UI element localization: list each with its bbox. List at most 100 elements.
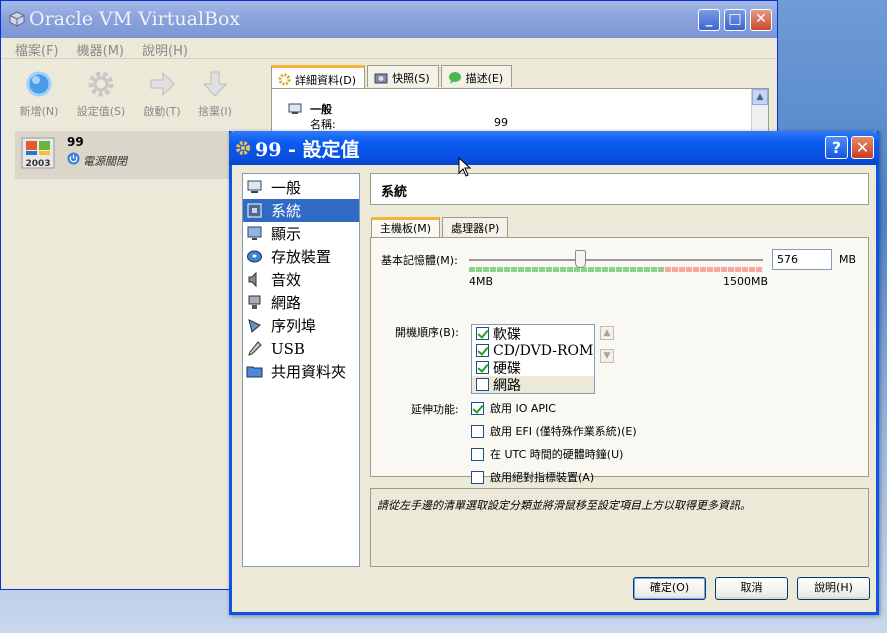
boot-item[interactable]: 硬碟 — [472, 359, 594, 377]
memory-min-label: 4MB — [469, 275, 494, 288]
details-pane: 一般 名稱: 99 ▲ — [271, 88, 769, 134]
category-general[interactable]: 一般 — [243, 176, 359, 199]
new-vm-label: 新增(N) — [19, 105, 59, 118]
category-shared-folders[interactable]: 共用資料夾 — [243, 360, 359, 383]
memory-slider-track[interactable] — [469, 259, 763, 261]
boot-item[interactable]: CD/DVD-ROM — [472, 342, 594, 359]
settings-dialog: 99 - 設定值 ? ✕ 一般 系統 顯示 存放裝置 音效 網路 序列埠 USB… — [229, 131, 879, 615]
memory-input[interactable] — [772, 249, 832, 270]
main-toolbar: 新增(N) 設定值(S) 啟動(T) 捨棄(I) — [1, 61, 266, 126]
dialog-title-bar[interactable]: 99 - 設定值 ? ✕ — [229, 131, 879, 165]
absolute-pointer-option[interactable]: 啟用絕對指標裝置(A) — [471, 469, 594, 485]
os-badge-text: 2003 — [25, 159, 50, 169]
start-arrow-icon — [150, 71, 175, 97]
close-dialog-button[interactable]: ✕ — [851, 136, 874, 159]
tab-details-label: 詳細資料(D) — [295, 73, 357, 87]
utc-clock-option[interactable]: 在 UTC 時間的硬體時鐘(U) — [471, 446, 623, 462]
speech-bubble-icon — [448, 72, 461, 84]
new-vm-button[interactable]: 新增(N) — [9, 69, 69, 119]
main-menu-bar: 檔案(F) 機器(M) 說明(H) — [1, 38, 777, 59]
efi-checkbox[interactable] — [471, 424, 484, 438]
ioapic-option[interactable]: 啟用 IO APIC — [471, 400, 556, 416]
usb-icon — [248, 341, 262, 356]
close-main-button[interactable]: ✕ — [750, 9, 772, 31]
category-display[interactable]: 顯示 — [243, 222, 359, 245]
efi-option[interactable]: 啟用 EFI (僅特殊作業系統)(E) — [471, 423, 637, 439]
menu-help[interactable]: 說明(H) — [142, 40, 188, 59]
power-off-icon — [67, 152, 80, 165]
category-network-label: 網路 — [271, 294, 302, 312]
ioapic-label: 啟用 IO APIC — [490, 402, 556, 415]
virtualbox-cube-icon — [9, 11, 25, 27]
discard-arrow-icon — [202, 71, 228, 97]
vm-list-item[interactable]: 2003 99 電源關閉 — [15, 131, 235, 179]
hint-pane: 請從左手邊的清單選取設定分類並將滑鼠移至設定項目上方以取得更多資訊。 — [370, 488, 869, 567]
category-usb[interactable]: USB — [243, 337, 359, 360]
start-vm-button[interactable]: 啟動(T) — [132, 69, 192, 119]
tab-description[interactable]: 描述(E) — [440, 65, 513, 87]
boot-cdrom-checkbox[interactable] — [476, 344, 489, 357]
tab-processor[interactable]: 處理器(P) — [442, 217, 509, 237]
category-audio-label: 音效 — [271, 271, 302, 289]
boot-item[interactable]: 軟碟 — [472, 325, 594, 343]
minimize-button[interactable]: _ — [698, 9, 720, 31]
speaker-icon — [248, 271, 257, 288]
tab-details[interactable]: 詳細資料(D) — [271, 65, 366, 89]
memory-slider-thumb[interactable] — [575, 250, 587, 268]
boot-item[interactable]: 網路 — [472, 376, 594, 394]
category-audio[interactable]: 音效 — [243, 268, 359, 291]
category-shared-folders-label: 共用資料夾 — [271, 363, 347, 381]
efi-label: 啟用 EFI (僅特殊作業系統)(E) — [490, 425, 637, 438]
memory-unit: MB — [839, 253, 857, 266]
hint-text: 請從左手邊的清單選取設定分類並將滑鼠移至設定項目上方以取得更多資訊。 — [377, 499, 751, 512]
absolute-pointer-checkbox[interactable] — [471, 470, 484, 484]
utc-clock-checkbox[interactable] — [471, 447, 484, 461]
move-down-icon[interactable]: ▼ — [600, 349, 614, 363]
gear-icon — [278, 73, 291, 86]
tab-description-label: 描述(E) — [465, 71, 504, 85]
main-window-title: Oracle VM VirtualBox — [29, 8, 241, 30]
main-title-bar[interactable]: Oracle VM VirtualBox _ □ ✕ — [1, 1, 777, 38]
category-usb-label: USB — [271, 339, 305, 358]
settings-button[interactable]: 設定值(S) — [71, 69, 131, 119]
boot-harddisk-checkbox[interactable] — [476, 361, 489, 374]
ioapic-checkbox[interactable] — [471, 401, 484, 415]
memory-slider-ticks — [469, 267, 763, 272]
category-network[interactable]: 網路 — [243, 291, 359, 314]
display-icon — [247, 226, 262, 240]
discard-button[interactable]: 捨棄(I) — [185, 69, 245, 119]
serial-port-icon — [248, 319, 261, 333]
page-header: 系統 — [370, 173, 869, 205]
move-up-icon[interactable]: ▲ — [600, 326, 614, 340]
details-scrollbar[interactable]: ▲ — [751, 89, 768, 133]
camera-icon — [374, 73, 388, 83]
category-serial-ports[interactable]: 序列埠 — [243, 314, 359, 337]
category-system[interactable]: 系統 — [243, 199, 359, 222]
maximize-button[interactable]: □ — [724, 9, 746, 31]
details-section-title: 一般 — [310, 103, 332, 116]
settings-label: 設定值(S) — [76, 105, 126, 118]
help-title-button[interactable]: ? — [825, 136, 848, 159]
boot-floppy-label: 軟碟 — [493, 326, 521, 343]
boot-cdrom-label: CD/DVD-ROM — [493, 342, 594, 359]
category-system-label: 系統 — [271, 202, 302, 220]
tab-motherboard[interactable]: 主機板(M) — [371, 217, 441, 238]
category-list: 一般 系統 顯示 存放裝置 音效 網路 序列埠 USB 共用資料夾 — [242, 173, 360, 567]
boot-floppy-checkbox[interactable] — [476, 327, 489, 340]
gear-icon — [88, 71, 114, 97]
menu-file[interactable]: 檔案(F) — [15, 40, 59, 59]
help-button[interactable]: 說明(H) — [797, 577, 870, 600]
ok-button[interactable]: 確定(O) — [633, 577, 706, 600]
menu-machine[interactable]: 機器(M) — [77, 40, 124, 59]
extended-features-label: 延伸功能: — [411, 403, 459, 416]
cancel-button[interactable]: 取消 — [715, 577, 788, 600]
category-display-label: 顯示 — [271, 225, 302, 243]
category-storage[interactable]: 存放裝置 — [243, 245, 359, 268]
windows-2003-os-icon: 2003 — [21, 137, 55, 169]
details-name-key: 名稱: — [310, 118, 336, 131]
category-general-label: 一般 — [271, 179, 302, 197]
scroll-up-icon[interactable]: ▲ — [752, 89, 768, 105]
tab-snapshots[interactable]: 快照(S) — [367, 65, 439, 87]
boot-network-checkbox[interactable] — [476, 378, 489, 391]
memory-max-label: 1500MB — [723, 275, 769, 288]
